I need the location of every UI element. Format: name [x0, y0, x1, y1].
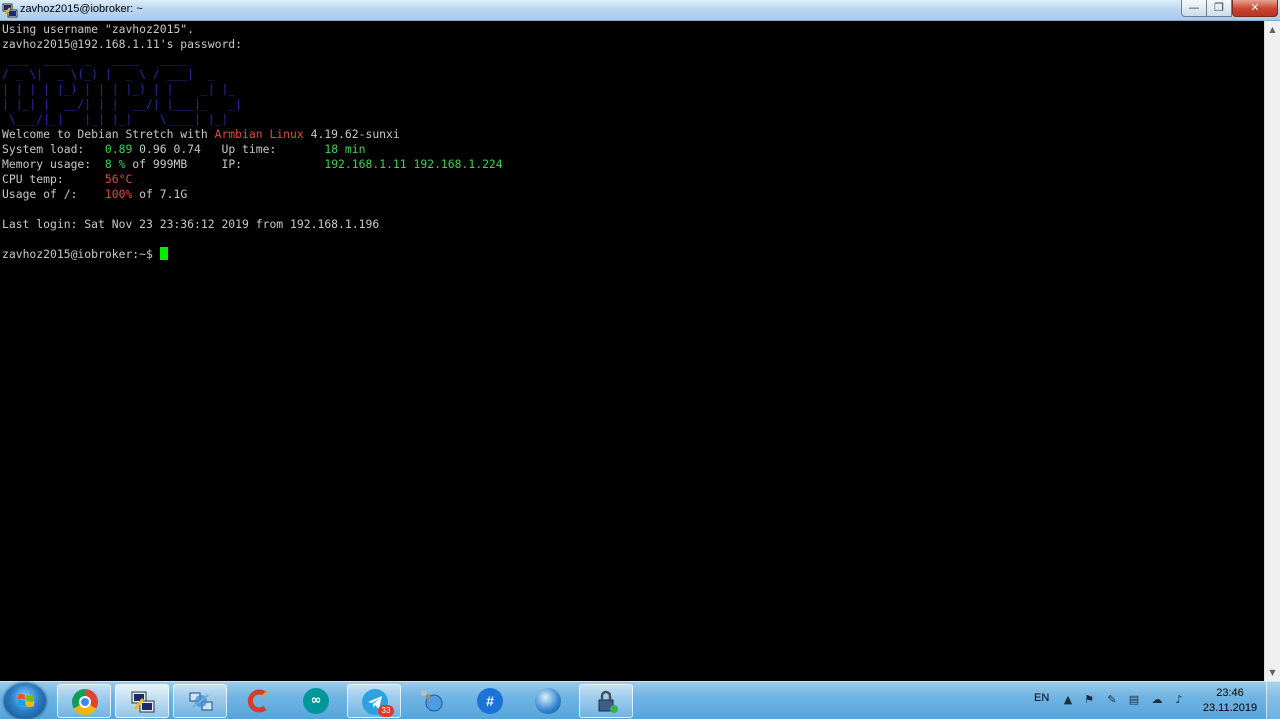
- clock-time[interactable]: 23:46: [1205, 687, 1255, 699]
- disk-usage-line: Usage of /: 100% of 7.1G: [2, 187, 188, 201]
- terminal-area[interactable]: Using username "zavhoz2015". zavhoz2015@…: [0, 21, 1264, 681]
- window-title: zavhoz2015@iobroker: ~: [20, 3, 143, 15]
- memory-usage-line: Memory usage: 8 % of 999MB IP: 192.168.1…: [2, 157, 503, 171]
- taskbar-hashtag-app-button[interactable]: #: [463, 684, 517, 718]
- pen-tool-icon[interactable]: ✎: [1106, 694, 1118, 706]
- ascii-logo: ___ ____ _ ____ ____ / _ \| _ \(_) | _ \…: [2, 52, 243, 126]
- putty-icon: [2, 3, 18, 18]
- wrench-globe-icon: [421, 690, 443, 712]
- network-computers-icon: [189, 692, 213, 711]
- taskbar-arduino-button[interactable]: ∞: [289, 684, 343, 718]
- ccleaner-icon: [247, 689, 269, 713]
- vertical-scrollbar[interactable]: ▲ ▼: [1264, 21, 1280, 681]
- telegram-unread-badge: 33: [378, 705, 394, 717]
- scroll-up-arrow-icon[interactable]: ▲: [1265, 21, 1280, 38]
- show-desktop-button[interactable]: [1266, 682, 1280, 719]
- volume-icon[interactable]: ♪: [1173, 694, 1185, 706]
- windows-logo-icon: [18, 694, 34, 707]
- terminal-output: Using username "zavhoz2015". zavhoz2015@…: [0, 21, 1264, 262]
- taskbar-telegram-button[interactable]: 33: [347, 684, 401, 718]
- cpu-temp-line: CPU temp: 56°C: [2, 172, 133, 186]
- action-center-flag-icon[interactable]: ⚑: [1083, 694, 1095, 706]
- hashtag-cloud-icon: #: [477, 688, 503, 714]
- taskbar-putty-button[interactable]: [115, 684, 169, 718]
- start-button[interactable]: [4, 683, 46, 719]
- globe-icon: [535, 688, 561, 714]
- maximize-button[interactable]: ❐: [1206, 0, 1232, 17]
- language-indicator[interactable]: EN: [1034, 692, 1049, 704]
- welcome-line: Welcome to Debian Stretch with Armbian L…: [2, 127, 400, 141]
- minimize-button[interactable]: —: [1181, 0, 1207, 17]
- network-icon[interactable]: ▤: [1128, 694, 1140, 706]
- last-login-line: Last login: Sat Nov 23 23:36:12 2019 fro…: [2, 217, 380, 231]
- taskbar-vpn-button[interactable]: [579, 684, 633, 718]
- cloud-icon[interactable]: ☁: [1151, 694, 1163, 706]
- putty-icon: [131, 691, 155, 713]
- taskbar-chrome-button[interactable]: [57, 684, 111, 718]
- padlock-icon: [598, 690, 618, 713]
- close-button[interactable]: ✕: [1232, 0, 1278, 17]
- window-title-bar[interactable]: zavhoz2015@iobroker: ~ — ❐ ✕: [0, 0, 1280, 21]
- terminal-cursor: [159, 247, 168, 260]
- system-load-line: System load: 0.89 0.96 0.74 Up time: 18 …: [2, 142, 366, 156]
- taskbar: ∞ 33 # EN ▲ ⚑ ✎ ▤ ☁ ♪ 23:46 23.11.2019: [0, 681, 1280, 719]
- arduino-icon: ∞: [303, 688, 329, 714]
- terminal-line-password: zavhoz2015@192.168.1.11's password:: [2, 37, 243, 51]
- shell-prompt: zavhoz2015@iobroker:~$: [2, 247, 168, 261]
- taskbar-network-tool-button[interactable]: [173, 684, 227, 718]
- taskbar-ccleaner-button[interactable]: [231, 684, 285, 718]
- scroll-down-arrow-icon[interactable]: ▼: [1265, 664, 1280, 681]
- taskbar-browser-button[interactable]: [521, 684, 575, 718]
- terminal-line-username: Using username "zavhoz2015".: [2, 22, 195, 36]
- chrome-icon: [72, 689, 98, 715]
- clock-date[interactable]: 23.11.2019: [1199, 702, 1261, 714]
- show-hidden-icons-icon[interactable]: ▲: [1062, 694, 1074, 706]
- taskbar-tools-button[interactable]: [405, 684, 459, 718]
